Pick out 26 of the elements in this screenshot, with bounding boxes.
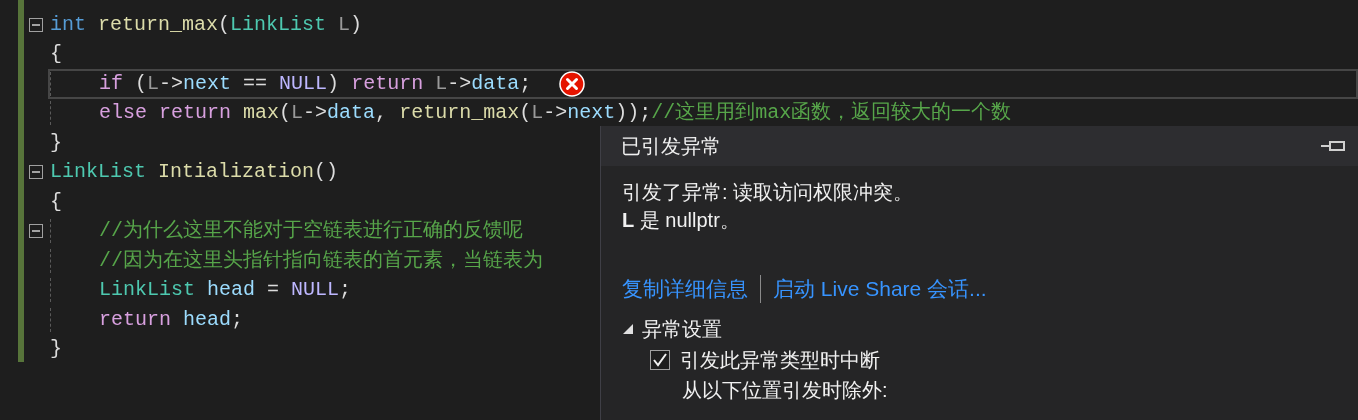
collapse-icon[interactable] xyxy=(29,165,43,180)
popup-title: 已引发异常 xyxy=(621,134,721,159)
exception-message: 引发了异常: 读取访问权限冲突。 xyxy=(622,180,915,205)
popup-link[interactable]: 启动 Live Share 会话... xyxy=(773,273,987,305)
checkbox-label: 引发此异常类型时中断 xyxy=(680,348,880,373)
code-line: if (L->next == NULL) return L->data; xyxy=(50,71,532,96)
code-line: } xyxy=(50,337,62,362)
collapse-icon[interactable] xyxy=(29,224,43,239)
code-line: int return_max(LinkList L) xyxy=(50,12,363,37)
code-line: { xyxy=(50,42,62,67)
popup-link[interactable]: 复制详细信息 xyxy=(622,273,748,305)
expand-icon xyxy=(622,323,634,335)
exception-message: L 是 nullptr。 xyxy=(622,208,741,233)
settings-expander[interactable]: 异常设置 xyxy=(622,314,1358,344)
exception-note: 从以下位置引发时除外: xyxy=(681,378,889,403)
code-line: else return max(L->data, return_max(L->next));//这里用到max函数，返回较大的一个数 xyxy=(50,101,1012,126)
code-line: { xyxy=(50,189,62,214)
code-line: LinkList head = NULL; xyxy=(50,278,352,303)
code-line: LinkList Intialization() xyxy=(50,160,339,185)
code-line: } xyxy=(50,130,62,155)
code-line: return head; xyxy=(50,307,244,332)
checkbox[interactable] xyxy=(650,350,670,370)
pin-icon[interactable] xyxy=(1320,139,1346,153)
code-line: //因为在这里头指针指向链表的首元素，当链表为 xyxy=(50,248,543,273)
code-line: //为什么这里不能对于空链表进行正确的反馈呢 xyxy=(50,219,523,244)
collapse-icon[interactable] xyxy=(29,17,43,32)
